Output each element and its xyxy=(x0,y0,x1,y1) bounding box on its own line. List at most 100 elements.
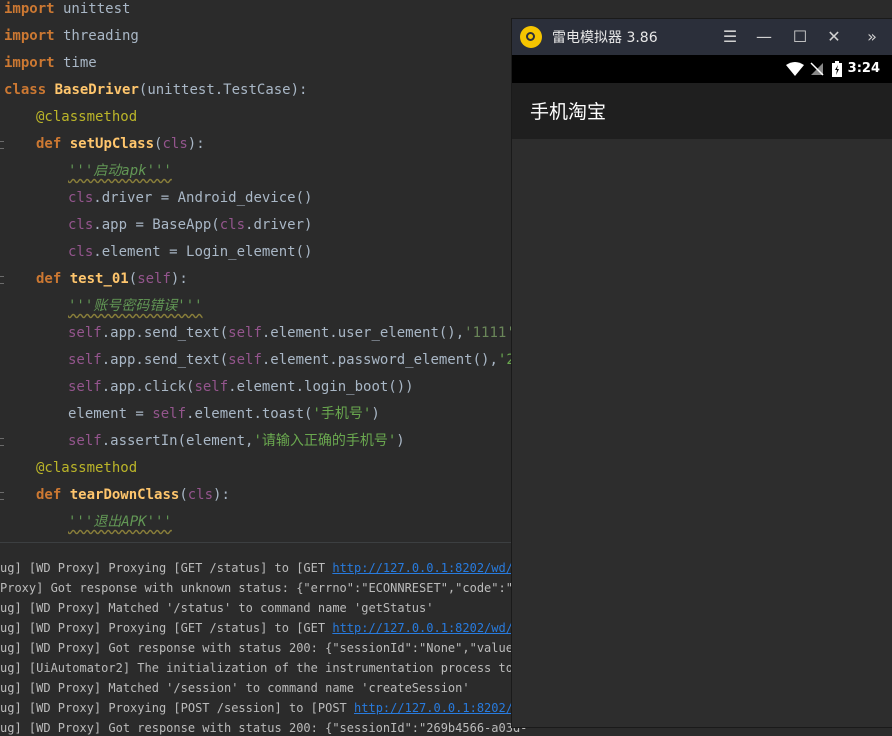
code-text: ): xyxy=(170,271,188,287)
code-line[interactable]: def tearDownClass(cls): xyxy=(36,487,230,514)
code-keyword: def xyxy=(36,136,62,152)
console-line: ug] [WD Proxy] Proxying [POST /session] … xyxy=(0,700,527,716)
code-self: self xyxy=(194,379,229,395)
code-line[interactable]: '''退出APK''' xyxy=(68,514,172,541)
code-line[interactable]: cls.app = BaseApp(cls.driver) xyxy=(68,217,312,244)
code-self: self xyxy=(68,379,102,395)
console-text: ug] [WD Proxy] Proxying [POST /session] … xyxy=(0,701,355,715)
emulator-titlebar[interactable]: 雷电模拟器 3.86 ☰ — ☐ ✕ » xyxy=(512,19,892,55)
code-text: .element.user_element(), xyxy=(261,325,465,341)
console-text: ug] [UiAutomator2] The initialization of… xyxy=(0,661,528,675)
console-link[interactable]: http://127.0.0.1:8202/wd/hu xyxy=(332,561,527,575)
no-sim-icon xyxy=(810,62,824,76)
emulator-logo-icon xyxy=(520,26,542,48)
menu-icon[interactable]: ☰ xyxy=(718,25,742,49)
code-line[interactable]: cls.driver = Android_device() xyxy=(68,190,312,217)
code-line[interactable]: import time xyxy=(4,55,97,82)
code-keyword: import xyxy=(4,28,55,44)
fold-marker-icon[interactable] xyxy=(0,492,4,500)
code-text: ) xyxy=(371,406,380,422)
code-text: ) xyxy=(396,433,405,449)
code-line[interactable]: '''启动apk''' xyxy=(68,163,172,190)
code-keyword: import xyxy=(4,1,55,17)
code-line[interactable]: import threading xyxy=(4,28,139,55)
console-line: ug] [WD Proxy] Got response with status … xyxy=(0,720,527,736)
code-self: cls xyxy=(187,487,214,503)
code-line[interactable]: import unittest xyxy=(4,1,130,28)
code-self: self xyxy=(228,325,262,341)
android-status-bar: 3:24 xyxy=(512,55,892,83)
console-text: ug] [WD Proxy] Proxying [GET /status] to… xyxy=(0,561,333,575)
code-line[interactable]: cls.element = Login_element() xyxy=(68,244,312,271)
code-text: .element = Login_element() xyxy=(93,244,313,260)
code-line[interactable]: self.app.click(self.element.login_boot()… xyxy=(68,379,414,406)
code-self: cls xyxy=(219,217,246,233)
code-self: cls xyxy=(68,217,94,233)
code-self: self xyxy=(68,325,102,341)
app-title: 手机淘宝 xyxy=(530,101,607,123)
code-self: self xyxy=(68,352,102,368)
code-text: .app.click( xyxy=(101,379,195,395)
code-text: unittest xyxy=(54,1,131,17)
code-text: .app.send_text( xyxy=(101,352,229,368)
code-identifier: BaseDriver xyxy=(54,82,139,98)
code-line[interactable]: class BaseDriver(unittest.TestCase): xyxy=(4,82,307,109)
wifi-icon xyxy=(786,62,804,76)
code-text: .element.toast( xyxy=(186,406,313,422)
code-self: self xyxy=(152,406,187,422)
code-line[interactable]: self.app.send_text(self.element.password… xyxy=(68,352,540,379)
more-button[interactable]: » xyxy=(860,25,884,49)
code-text: .element.login_boot()) xyxy=(228,379,414,395)
emulator-title: 雷电模拟器 3.86 xyxy=(552,30,658,46)
close-button[interactable]: ✕ xyxy=(822,25,846,49)
code-self: cls xyxy=(162,136,188,152)
code-keyword: def xyxy=(36,487,62,503)
code-text: ( xyxy=(179,487,188,503)
code-line[interactable]: def setUpClass(cls): xyxy=(36,136,205,163)
app-content-area[interactable] xyxy=(512,139,892,727)
fold-marker-icon[interactable] xyxy=(0,438,4,446)
code-text: ( xyxy=(128,271,138,287)
fold-marker-icon[interactable] xyxy=(0,276,4,284)
console-line: ug] [WD Proxy] Matched '/session' to com… xyxy=(0,680,470,696)
code-line[interactable]: def test_01(self): xyxy=(36,271,188,298)
code-docstring: '''账号密码错误''' xyxy=(68,298,203,314)
console-line: ug] [UiAutomator2] The initialization of… xyxy=(0,660,527,676)
code-self: self xyxy=(228,352,262,368)
code-text: .driver = Android_device() xyxy=(93,190,313,206)
code-line[interactable]: element = self.element.toast('手机号') xyxy=(68,406,380,433)
code-text: threading xyxy=(54,28,139,44)
console-text: ug] [WD Proxy] Matched '/status' to comm… xyxy=(0,601,434,615)
maximize-button[interactable]: ☐ xyxy=(788,25,812,49)
console-line: ug] [WD Proxy] Proxying [GET /status] to… xyxy=(0,560,527,576)
console-text: ug] [WD Proxy] Matched '/session' to com… xyxy=(0,681,470,695)
code-text: .app.send_text( xyxy=(101,325,229,341)
code-line[interactable]: '''账号密码错误''' xyxy=(68,298,203,325)
code-text: (unittest.TestCase): xyxy=(138,82,308,98)
code-keyword: class xyxy=(4,82,47,98)
code-text: time xyxy=(54,55,97,71)
code-decorator: @classmethod xyxy=(36,109,138,125)
fold-marker-icon[interactable] xyxy=(0,141,4,149)
console-link[interactable]: http://127.0.0.1:8202/wd/hu xyxy=(332,621,527,635)
code-keyword: import xyxy=(4,55,55,71)
emulator-window: 雷电模拟器 3.86 ☰ — ☐ ✕ » 3:24 手机淘宝 xyxy=(511,18,892,728)
code-string: '手机号' xyxy=(312,406,372,422)
code-text: ): xyxy=(187,136,205,152)
code-line[interactable]: self.assertIn(element,'请输入正确的手机号') xyxy=(68,433,405,460)
console-line: Proxy] Got response with unknown status:… xyxy=(0,580,527,596)
console-line: ug] [WD Proxy] Matched '/status' to comm… xyxy=(0,600,433,616)
console-text: Proxy] Got response with unknown status:… xyxy=(0,581,528,595)
console-text: ug] [WD Proxy] Proxying [GET /status] to… xyxy=(0,621,333,635)
code-line[interactable]: @classmethod xyxy=(36,109,137,136)
code-line[interactable]: @classmethod xyxy=(36,460,137,487)
minimize-button[interactable]: — xyxy=(752,25,776,49)
code-identifier: test_01 xyxy=(69,271,129,287)
code-text: .driver) xyxy=(245,217,313,233)
code-line[interactable]: self.app.send_text(self.element.user_ele… xyxy=(68,325,523,352)
console-link[interactable]: http://127.0.0.1:8202/wd xyxy=(354,701,527,715)
console-line: ug] [WD Proxy] Got response with status … xyxy=(0,640,527,656)
console-line: ug] [WD Proxy] Proxying [GET /status] to… xyxy=(0,620,527,636)
code-decorator: @classmethod xyxy=(36,460,138,476)
code-text: element = xyxy=(68,406,153,422)
